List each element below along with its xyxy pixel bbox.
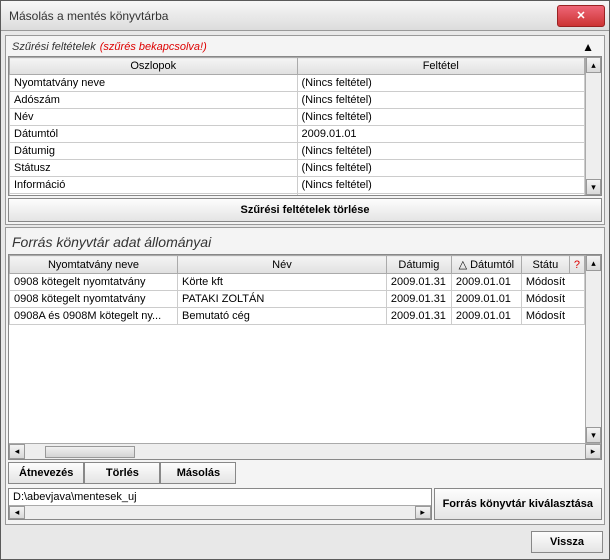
- filter-on-label: (szűrés bekapcsolva!): [100, 41, 207, 53]
- source-panel: Forrás könyvtár adat állományai Nyomtatv…: [5, 227, 605, 525]
- table-row[interactable]: Dátumtól2009.01.01: [10, 126, 585, 143]
- table-row[interactable]: Név(Nincs feltétel): [10, 109, 585, 126]
- col-status[interactable]: Státu: [521, 256, 569, 274]
- close-button[interactable]: ✕: [557, 5, 605, 27]
- scroll-down-icon[interactable]: ▾: [586, 427, 601, 443]
- scroll-left-icon[interactable]: ◂: [9, 444, 25, 459]
- clear-filter-button[interactable]: Szűrési feltételek törlése: [8, 198, 602, 222]
- path-row: D:\abevjava\mentesek_uj ◂ ▸ Forrás könyv…: [8, 486, 602, 522]
- table-header-row: Oszlopok Feltétel: [10, 58, 585, 75]
- col-name[interactable]: Név: [178, 256, 387, 274]
- back-button[interactable]: Vissza: [531, 531, 603, 553]
- content-area: Szűrési feltételek (szűrés bekapcsolva!)…: [1, 31, 609, 559]
- filter-panel: Szűrési feltételek (szűrés bekapcsolva!)…: [5, 35, 605, 225]
- table-row[interactable]: 0908 kötegelt nyomtatványPATAKI ZOLTÁN20…: [10, 291, 585, 308]
- scroll-up-icon[interactable]: ▴: [586, 57, 601, 73]
- col-oszlopok[interactable]: Oszlopok: [10, 58, 298, 75]
- table-row[interactable]: Adóazonosító(Nincs feltétel): [10, 194, 585, 196]
- dialog-window: Másolás a mentés könyvtárba ✕ Szűrési fe…: [0, 0, 610, 560]
- table-row[interactable]: 0908A és 0908M kötegelt ny...Bemutató cé…: [10, 308, 585, 325]
- table-header-row: Nyomtatvány neve Név Dátumig △ Dátumtól …: [10, 256, 585, 274]
- scroll-down-icon[interactable]: ▾: [586, 179, 601, 195]
- source-scrollbar[interactable]: ▴ ▾: [585, 255, 601, 443]
- filter-table-wrap: Oszlopok Feltétel Nyomtatvány neve(Nincs…: [8, 56, 602, 196]
- filter-table: Oszlopok Feltétel Nyomtatvány neve(Nincs…: [9, 57, 585, 195]
- path-display: D:\abevjava\mentesek_uj ◂ ▸: [8, 488, 432, 520]
- table-row[interactable]: Dátumig(Nincs feltétel): [10, 143, 585, 160]
- scroll-right-icon[interactable]: ▸: [585, 444, 601, 459]
- help-icon[interactable]: ?: [569, 256, 584, 274]
- col-feltetel[interactable]: Feltétel: [297, 58, 585, 75]
- col-from[interactable]: △ Dátumtól: [451, 256, 521, 274]
- source-table-wrap: Nyomtatvány neve Név Dátumig △ Dátumtól …: [8, 254, 602, 460]
- table-row[interactable]: Nyomtatvány neve(Nincs feltétel): [10, 75, 585, 92]
- action-row: Átnevezés Törlés Másolás: [8, 460, 602, 486]
- filter-label: Szűrési feltételek: [12, 41, 96, 53]
- collapse-icon[interactable]: ▲: [578, 40, 598, 54]
- source-header: Forrás könyvtár adat állományai: [8, 230, 602, 254]
- footer: Vissza: [5, 527, 605, 555]
- close-icon: ✕: [576, 9, 585, 22]
- scroll-track[interactable]: [586, 271, 601, 427]
- pick-folder-button[interactable]: Forrás könyvtár kiválasztása: [434, 488, 602, 520]
- scroll-up-icon[interactable]: ▴: [586, 255, 601, 271]
- scroll-track[interactable]: [586, 73, 601, 179]
- rename-button[interactable]: Átnevezés: [8, 462, 84, 484]
- path-value: D:\abevjava\mentesek_uj: [9, 489, 431, 505]
- table-row[interactable]: Információ(Nincs feltétel): [10, 177, 585, 194]
- table-row[interactable]: Adószám(Nincs feltétel): [10, 92, 585, 109]
- source-hscrollbar[interactable]: ◂ ▸: [9, 443, 601, 459]
- col-form[interactable]: Nyomtatvány neve: [10, 256, 178, 274]
- scroll-right-icon[interactable]: ▸: [415, 506, 431, 519]
- filter-scrollbar[interactable]: ▴ ▾: [585, 57, 601, 195]
- table-row[interactable]: 0908 kötegelt nyomtatványKörte kft2009.0…: [10, 274, 585, 291]
- filter-header[interactable]: Szűrési feltételek (szűrés bekapcsolva!)…: [8, 38, 602, 56]
- copy-button[interactable]: Másolás: [160, 462, 236, 484]
- scroll-thumb[interactable]: [45, 446, 135, 458]
- scroll-track[interactable]: [25, 506, 415, 519]
- title-bar: Másolás a mentés könyvtárba ✕: [1, 1, 609, 31]
- scroll-left-icon[interactable]: ◂: [9, 506, 25, 519]
- delete-button[interactable]: Törlés: [84, 462, 160, 484]
- scroll-track[interactable]: [25, 444, 585, 459]
- table-row[interactable]: Státusz(Nincs feltétel): [10, 160, 585, 177]
- path-hscrollbar[interactable]: ◂ ▸: [9, 505, 431, 519]
- col-to[interactable]: Dátumig: [386, 256, 451, 274]
- source-table: Nyomtatvány neve Név Dátumig △ Dátumtól …: [9, 255, 585, 325]
- window-title: Másolás a mentés könyvtárba: [9, 9, 557, 23]
